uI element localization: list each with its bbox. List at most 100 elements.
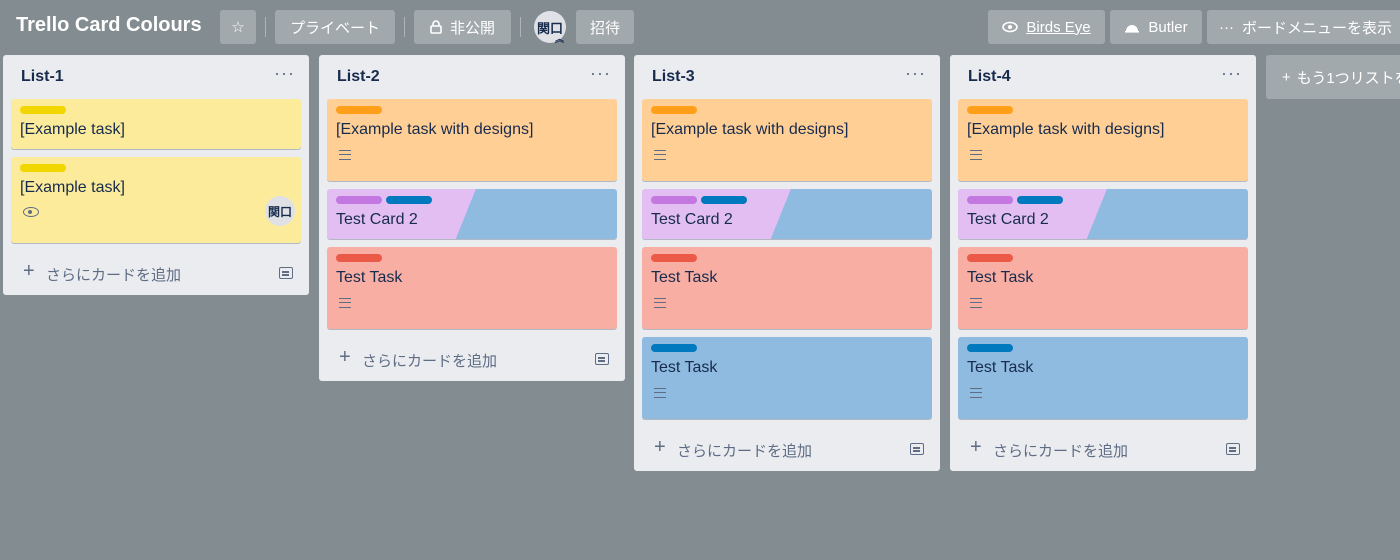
card-label-orange xyxy=(967,106,1013,114)
card-badges xyxy=(642,378,932,408)
invite-button[interactable]: 招待 xyxy=(576,10,634,44)
list: List-1 ··· [Example task] List-2 [Exampl… xyxy=(3,55,309,295)
birds-eye-button[interactable]: Birds Eye xyxy=(988,10,1105,44)
star-button[interactable]: ☆ xyxy=(220,10,256,44)
card[interactable]: [Example task with designs] xyxy=(327,99,617,181)
add-card-label: さらにカードを追加 xyxy=(362,353,498,370)
add-card-label: さらにカードを追加 xyxy=(993,443,1129,460)
divider xyxy=(404,17,405,37)
card-label-blue xyxy=(967,344,1013,352)
divider xyxy=(520,17,521,37)
add-card-label: さらにカードを追加 xyxy=(677,443,813,460)
card-label-purple xyxy=(336,196,382,204)
list-title[interactable]: List-1 xyxy=(21,68,64,86)
add-list-label: もう1つリストを追加 xyxy=(1296,69,1400,87)
list-header: List-3 ··· xyxy=(634,55,940,99)
card-title: Test Task xyxy=(651,359,718,376)
description-icon xyxy=(654,298,666,308)
card-template-icon[interactable] xyxy=(279,267,293,279)
card-label-purple xyxy=(651,196,697,204)
invite-label: 招待 xyxy=(589,19,620,37)
card-label-orange xyxy=(651,106,697,114)
card[interactable]: Test Card 2 xyxy=(327,189,617,239)
list-menu-icon[interactable]: ··· xyxy=(590,63,611,84)
list-title[interactable]: List-4 xyxy=(968,68,1011,86)
add-card-button[interactable]: + さらにカードを追加 xyxy=(319,337,625,381)
list: List-4 ··· [Example task with designs] T… xyxy=(950,55,1256,471)
card-label-blue xyxy=(701,196,747,204)
plus-icon: + xyxy=(1282,68,1291,86)
card-title: Test Task xyxy=(651,269,718,286)
card-title: [Example task] xyxy=(20,179,125,196)
add-card-button[interactable]: + さらにカードを追加 xyxy=(3,251,309,295)
card-badges xyxy=(327,288,617,318)
card-list: [Example task with designs] Test Card 2 … xyxy=(950,99,1256,419)
list-title[interactable]: List-2 xyxy=(337,68,380,86)
card-template-icon[interactable] xyxy=(910,443,924,455)
card-label-orange xyxy=(336,106,382,114)
card-list: [Example task with designs] Test Card 2 … xyxy=(319,99,625,329)
card-label-blue xyxy=(651,344,697,352)
card-title: Test Card 2 xyxy=(967,211,1049,228)
card-title: [Example task with designs] xyxy=(967,121,1165,138)
board-header: Trello Card Colours ☆ プライベート 非公開 関口 ︽ 招待… xyxy=(0,0,1400,54)
description-icon xyxy=(970,150,982,160)
card[interactable]: [Example task] xyxy=(11,99,301,149)
watch-eye-icon xyxy=(23,207,39,217)
card[interactable]: Test Card 2 xyxy=(958,189,1248,239)
more-icon: ··· xyxy=(1219,18,1234,36)
card-label-purple xyxy=(967,196,1013,204)
list: List-3 ··· [Example task with designs] T… xyxy=(634,55,940,471)
privacy-button[interactable]: 非公開 xyxy=(414,10,511,44)
add-card-button[interactable]: + さらにカードを追加 xyxy=(950,427,1256,471)
visibility-button[interactable]: プライベート xyxy=(275,10,395,44)
star-icon: ☆ xyxy=(231,19,245,36)
card[interactable]: Test Task xyxy=(642,337,932,419)
board-title[interactable]: Trello Card Colours xyxy=(16,14,202,37)
add-list-button[interactable]: + もう1つリストを追加 xyxy=(1266,55,1400,99)
card[interactable]: Test Task xyxy=(642,247,932,329)
card[interactable]: Test Task xyxy=(958,247,1248,329)
card-member-avatar[interactable]: 関口 xyxy=(265,196,295,226)
card[interactable]: [Example task with designs] xyxy=(958,99,1248,181)
member-avatar[interactable]: 関口 ︽ xyxy=(534,11,566,44)
list-menu-icon[interactable]: ··· xyxy=(905,63,926,84)
card-badges xyxy=(327,140,617,170)
card-badges: 関口 xyxy=(11,196,301,228)
card-title: Test Card 2 xyxy=(651,211,733,228)
visibility-label: プライベート xyxy=(289,19,380,37)
card-title: [Example task with designs] xyxy=(651,121,849,138)
card-badges xyxy=(642,288,932,318)
admin-chevron-icon: ︽ xyxy=(554,34,564,44)
birds-eye-label: Birds Eye xyxy=(1026,18,1091,36)
divider xyxy=(265,17,266,37)
butler-button[interactable]: Butler xyxy=(1110,10,1202,44)
butler-bell-icon xyxy=(1125,25,1140,33)
description-icon xyxy=(654,150,666,160)
card[interactable]: Test Task xyxy=(327,247,617,329)
description-icon xyxy=(339,298,351,308)
list-title[interactable]: List-3 xyxy=(652,68,695,86)
list-menu-icon[interactable]: ··· xyxy=(274,63,295,84)
card-title: Test Task xyxy=(967,359,1034,376)
description-icon xyxy=(654,388,666,398)
card-badges xyxy=(958,140,1248,170)
card-label-red xyxy=(336,254,382,262)
privacy-label: 非公開 xyxy=(449,19,495,37)
description-icon xyxy=(970,298,982,308)
card[interactable]: List-2 [Example task] 関口 xyxy=(11,157,301,243)
eye-icon xyxy=(1002,21,1019,33)
card-title: Test Task xyxy=(967,269,1034,286)
card[interactable]: Test Task xyxy=(958,337,1248,419)
card[interactable]: [Example task with designs] xyxy=(642,99,932,181)
card[interactable]: Test Card 2 xyxy=(642,189,932,239)
plus-icon: + xyxy=(339,346,351,368)
card-template-icon[interactable] xyxy=(1226,443,1240,455)
card-template-icon[interactable] xyxy=(595,353,609,365)
list-menu-icon[interactable]: ··· xyxy=(1221,63,1242,84)
card-label-blue xyxy=(1017,196,1063,204)
add-card-button[interactable]: + さらにカードを追加 xyxy=(634,427,940,471)
card-list: [Example task] List-2 [Example task] 関口 xyxy=(3,99,309,243)
plus-icon: + xyxy=(23,260,35,282)
board-menu-button[interactable]: ··· ボードメニューを表示 xyxy=(1207,10,1400,44)
